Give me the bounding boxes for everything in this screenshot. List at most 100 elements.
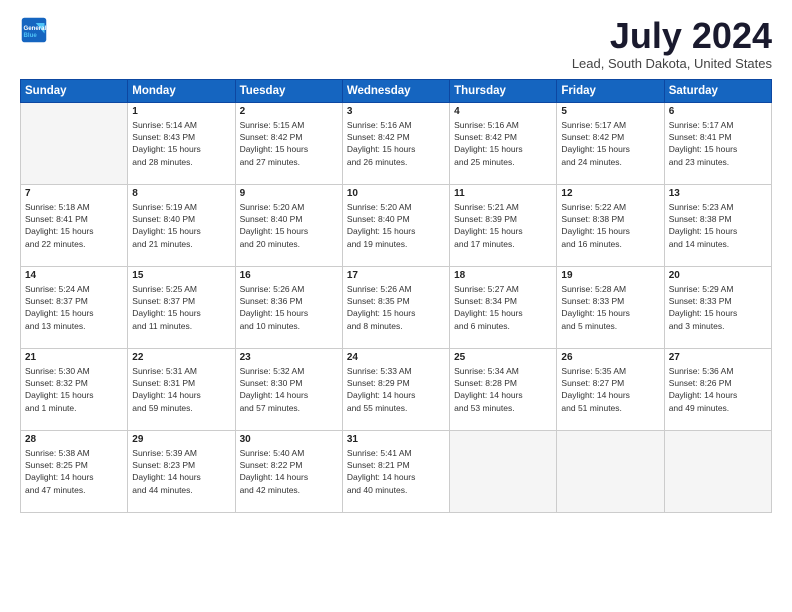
day-number: 18: [454, 270, 552, 281]
day-number: 21: [25, 352, 123, 363]
day-info: Sunrise: 5:35 AM Sunset: 8:27 PM Dayligh…: [561, 365, 659, 414]
day-number: 28: [25, 434, 123, 445]
calendar-cell: 16 Sunrise: 5:26 AM Sunset: 8:36 PM Dayli…: [235, 266, 342, 348]
weekday-saturday: Saturday: [664, 79, 771, 102]
calendar-cell: 27 Sunrise: 5:36 AM Sunset: 8:26 PM Dayli…: [664, 348, 771, 430]
calendar-cell: 19 Sunrise: 5:28 AM Sunset: 8:33 PM Dayli…: [557, 266, 664, 348]
weekday-header: SundayMondayTuesdayWednesdayThursdayFrid…: [21, 79, 772, 102]
day-info: Sunrise: 5:32 AM Sunset: 8:30 PM Dayligh…: [240, 365, 338, 414]
day-number: 14: [25, 270, 123, 281]
day-number: 5: [561, 106, 659, 117]
day-number: 13: [669, 188, 767, 199]
day-number: 1: [132, 106, 230, 117]
day-number: 26: [561, 352, 659, 363]
day-info: Sunrise: 5:30 AM Sunset: 8:32 PM Dayligh…: [25, 365, 123, 414]
day-number: 23: [240, 352, 338, 363]
day-number: 3: [347, 106, 445, 117]
week-row-3: 21 Sunrise: 5:30 AM Sunset: 8:32 PM Dayli…: [21, 348, 772, 430]
day-number: 17: [347, 270, 445, 281]
weekday-thursday: Thursday: [450, 79, 557, 102]
day-info: Sunrise: 5:20 AM Sunset: 8:40 PM Dayligh…: [240, 201, 338, 250]
calendar-cell: 10Sunrise: 5:20 AM Sunset: 8:40 PM Dayli…: [342, 184, 449, 266]
day-info: Sunrise: 5:38 AM Sunset: 8:25 PM Dayligh…: [25, 447, 123, 496]
day-info: Sunrise: 5:17 AM Sunset: 8:41 PM Dayligh…: [669, 119, 767, 168]
day-number: 19: [561, 270, 659, 281]
weekday-wednesday: Wednesday: [342, 79, 449, 102]
day-info: Sunrise: 5:20 AM Sunset: 8:40 PM Dayligh…: [347, 201, 445, 250]
day-number: 15: [132, 270, 230, 281]
day-number: 27: [669, 352, 767, 363]
calendar-cell: 28 Sunrise: 5:38 AM Sunset: 8:25 PM Dayli…: [21, 430, 128, 512]
calendar-cell: [664, 430, 771, 512]
calendar-cell: 25 Sunrise: 5:34 AM Sunset: 8:28 PM Dayli…: [450, 348, 557, 430]
day-info: Sunrise: 5:24 AM Sunset: 8:37 PM Dayligh…: [25, 283, 123, 332]
calendar-cell: 8Sunrise: 5:19 AM Sunset: 8:40 PM Daylig…: [128, 184, 235, 266]
calendar-cell: 20 Sunrise: 5:29 AM Sunset: 8:33 PM Dayli…: [664, 266, 771, 348]
weekday-friday: Friday: [557, 79, 664, 102]
calendar-cell: 1 Sunrise: 5:14 AM Sunset: 8:43 PM Daylig…: [128, 102, 235, 184]
day-number: 20: [669, 270, 767, 281]
calendar-cell: 30 Sunrise: 5:40 AM Sunset: 8:22 PM Dayli…: [235, 430, 342, 512]
calendar-cell: [21, 102, 128, 184]
day-number: 7: [25, 188, 123, 199]
calendar-cell: [557, 430, 664, 512]
day-info: Sunrise: 5:26 AM Sunset: 8:36 PM Dayligh…: [240, 283, 338, 332]
day-number: 11: [454, 188, 552, 199]
day-info: Sunrise: 5:16 AM Sunset: 8:42 PM Dayligh…: [454, 119, 552, 168]
day-info: Sunrise: 5:22 AM Sunset: 8:38 PM Dayligh…: [561, 201, 659, 250]
calendar-cell: 11Sunrise: 5:21 AM Sunset: 8:39 PM Dayli…: [450, 184, 557, 266]
calendar-table: SundayMondayTuesdayWednesdayThursdayFrid…: [20, 79, 772, 513]
day-number: 9: [240, 188, 338, 199]
day-info: Sunrise: 5:23 AM Sunset: 8:38 PM Dayligh…: [669, 201, 767, 250]
calendar-cell: 15Sunrise: 5:25 AM Sunset: 8:37 PM Dayli…: [128, 266, 235, 348]
day-info: Sunrise: 5:15 AM Sunset: 8:42 PM Dayligh…: [240, 119, 338, 168]
day-number: 6: [669, 106, 767, 117]
svg-text:Blue: Blue: [24, 32, 38, 39]
day-info: Sunrise: 5:29 AM Sunset: 8:33 PM Dayligh…: [669, 283, 767, 332]
calendar-cell: 6 Sunrise: 5:17 AM Sunset: 8:41 PM Daylig…: [664, 102, 771, 184]
calendar-cell: 12Sunrise: 5:22 AM Sunset: 8:38 PM Dayli…: [557, 184, 664, 266]
weekday-sunday: Sunday: [21, 79, 128, 102]
calendar-cell: 22Sunrise: 5:31 AM Sunset: 8:31 PM Dayli…: [128, 348, 235, 430]
day-number: 30: [240, 434, 338, 445]
weekday-tuesday: Tuesday: [235, 79, 342, 102]
day-info: Sunrise: 5:34 AM Sunset: 8:28 PM Dayligh…: [454, 365, 552, 414]
calendar-cell: 24Sunrise: 5:33 AM Sunset: 8:29 PM Dayli…: [342, 348, 449, 430]
calendar-cell: 21 Sunrise: 5:30 AM Sunset: 8:32 PM Dayli…: [21, 348, 128, 430]
day-number: 31: [347, 434, 445, 445]
calendar-cell: 23 Sunrise: 5:32 AM Sunset: 8:30 PM Dayli…: [235, 348, 342, 430]
week-row-4: 28 Sunrise: 5:38 AM Sunset: 8:25 PM Dayli…: [21, 430, 772, 512]
week-row-1: 7Sunrise: 5:18 AM Sunset: 8:41 PM Daylig…: [21, 184, 772, 266]
day-number: 25: [454, 352, 552, 363]
day-info: Sunrise: 5:28 AM Sunset: 8:33 PM Dayligh…: [561, 283, 659, 332]
calendar-cell: 4 Sunrise: 5:16 AM Sunset: 8:42 PM Daylig…: [450, 102, 557, 184]
calendar-cell: 26 Sunrise: 5:35 AM Sunset: 8:27 PM Dayli…: [557, 348, 664, 430]
calendar-cell: 31Sunrise: 5:41 AM Sunset: 8:21 PM Dayli…: [342, 430, 449, 512]
day-number: 22: [132, 352, 230, 363]
calendar-cell: 5 Sunrise: 5:17 AM Sunset: 8:42 PM Daylig…: [557, 102, 664, 184]
svg-text:General: General: [24, 25, 47, 32]
month-title: July 2024: [572, 16, 772, 56]
day-info: Sunrise: 5:26 AM Sunset: 8:35 PM Dayligh…: [347, 283, 445, 332]
logo: General Blue: [20, 16, 48, 44]
day-info: Sunrise: 5:33 AM Sunset: 8:29 PM Dayligh…: [347, 365, 445, 414]
day-number: 8: [132, 188, 230, 199]
day-info: Sunrise: 5:14 AM Sunset: 8:43 PM Dayligh…: [132, 119, 230, 168]
weekday-monday: Monday: [128, 79, 235, 102]
calendar-cell: 29 Sunrise: 5:39 AM Sunset: 8:23 PM Dayli…: [128, 430, 235, 512]
calendar-cell: 18 Sunrise: 5:27 AM Sunset: 8:34 PM Dayli…: [450, 266, 557, 348]
day-number: 16: [240, 270, 338, 281]
page: General Blue July 2024 Lead, South Dakot…: [0, 0, 792, 612]
calendar-cell: 17 Sunrise: 5:26 AM Sunset: 8:35 PM Dayli…: [342, 266, 449, 348]
day-info: Sunrise: 5:17 AM Sunset: 8:42 PM Dayligh…: [561, 119, 659, 168]
calendar-cell: 2Sunrise: 5:15 AM Sunset: 8:42 PM Daylig…: [235, 102, 342, 184]
calendar-cell: 9 Sunrise: 5:20 AM Sunset: 8:40 PM Daylig…: [235, 184, 342, 266]
day-number: 4: [454, 106, 552, 117]
calendar-cell: 7Sunrise: 5:18 AM Sunset: 8:41 PM Daylig…: [21, 184, 128, 266]
day-info: Sunrise: 5:39 AM Sunset: 8:23 PM Dayligh…: [132, 447, 230, 496]
day-info: Sunrise: 5:36 AM Sunset: 8:26 PM Dayligh…: [669, 365, 767, 414]
day-info: Sunrise: 5:27 AM Sunset: 8:34 PM Dayligh…: [454, 283, 552, 332]
day-number: 29: [132, 434, 230, 445]
day-info: Sunrise: 5:40 AM Sunset: 8:22 PM Dayligh…: [240, 447, 338, 496]
calendar-cell: [450, 430, 557, 512]
